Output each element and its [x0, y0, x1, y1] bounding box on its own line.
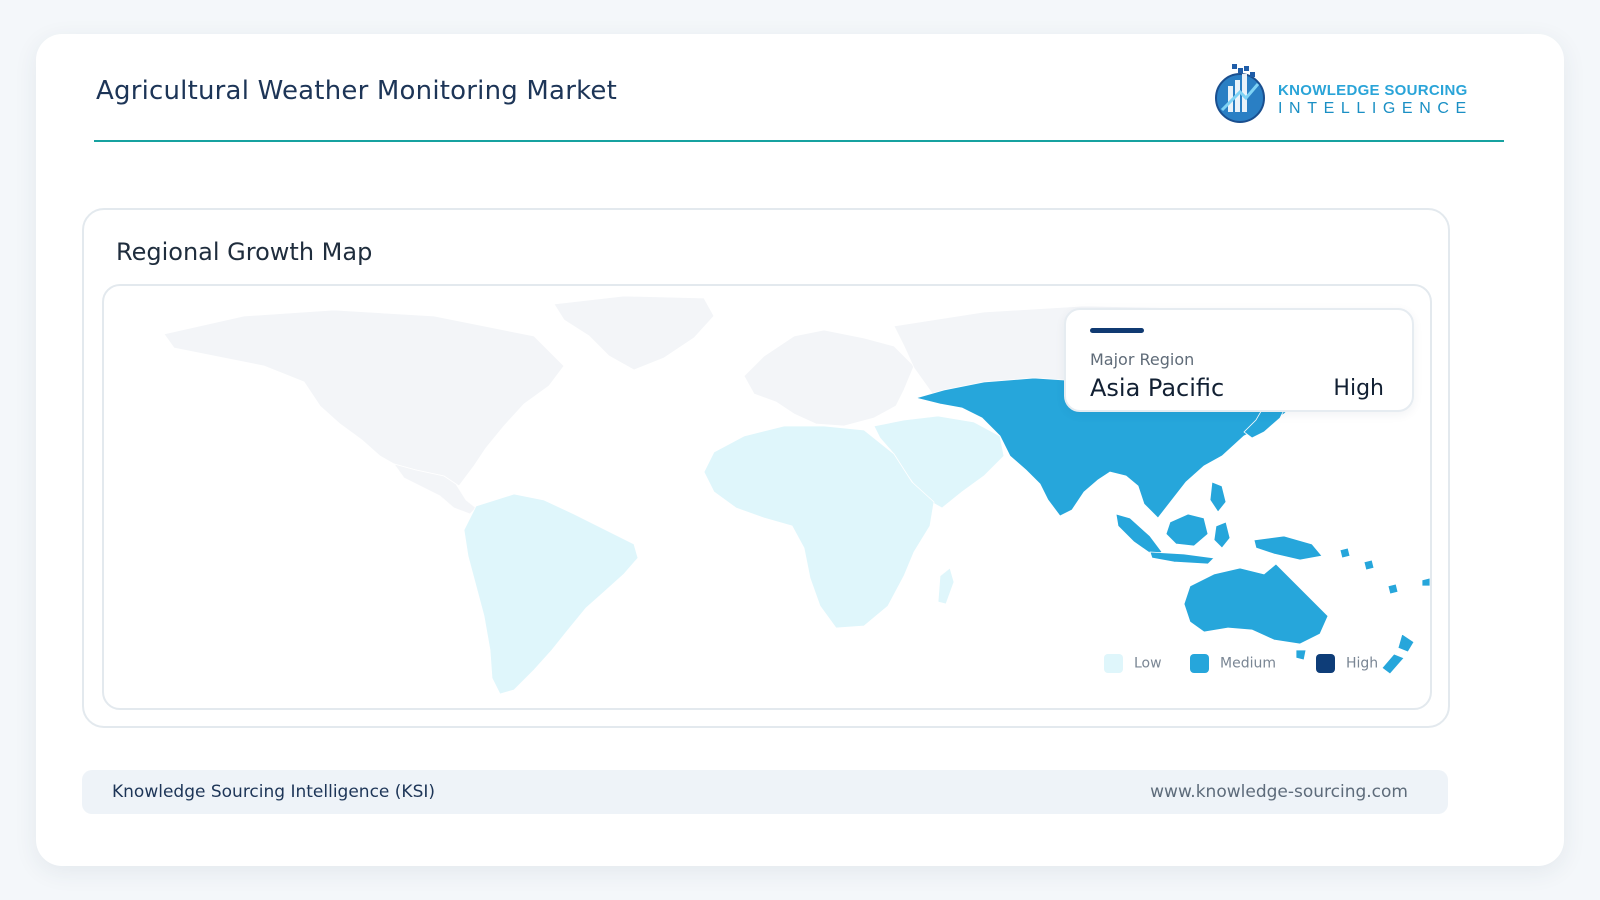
legend-label-low: Low	[1134, 655, 1162, 672]
panel-title: Regional Growth Map	[116, 238, 373, 266]
region-java[interactable]	[1149, 551, 1215, 565]
region-new-zealand[interactable]	[1381, 633, 1415, 675]
region-sulawesi[interactable]	[1213, 521, 1231, 549]
footer-company: Knowledge Sourcing Intelligence (KSI)	[112, 782, 436, 802]
legend-swatch-medium	[1190, 654, 1209, 673]
logo-name-line1: KNOWLEDGE SOURCING	[1278, 82, 1468, 99]
region-sumatra[interactable]	[1115, 513, 1163, 557]
page-title: Agricultural Weather Monitoring Market	[96, 76, 617, 106]
report-card: Agricultural Weather Monitoring Market K…	[36, 34, 1564, 866]
legend-swatch-low	[1104, 654, 1123, 673]
logo-name-line2: INTELLIGENCE	[1278, 100, 1473, 117]
legend-item-low: Low	[1104, 654, 1162, 674]
header-divider	[94, 140, 1504, 142]
region-borneo[interactable]	[1165, 513, 1209, 547]
legend-label-high: High	[1346, 655, 1379, 672]
region-south-america[interactable]	[463, 493, 639, 695]
region-australia[interactable]	[1183, 563, 1329, 645]
legend-item-high: High	[1316, 654, 1378, 674]
info-region-level: High	[1333, 376, 1384, 401]
region-north-america[interactable]	[163, 309, 565, 487]
legend-label-medium: Medium	[1220, 655, 1276, 672]
region-info-card: Major Region Asia Pacific High	[1064, 308, 1414, 412]
footer-bar: Knowledge Sourcing Intelligence (KSI) ww…	[82, 770, 1448, 814]
info-region-name: Asia Pacific	[1090, 374, 1225, 402]
info-label: Major Region	[1090, 350, 1195, 369]
legend-swatch-high	[1316, 654, 1335, 673]
region-greenland[interactable]	[553, 295, 715, 371]
ksi-logo: KNOWLEDGE SOURCING INTELLIGENCE	[1210, 58, 1470, 128]
map-panel: Regional Growth Map Major Region Asia Pa…	[82, 208, 1450, 728]
ksi-logo-mark-icon	[1215, 64, 1265, 123]
info-accent-bar	[1090, 328, 1144, 333]
legend-item-medium: Medium	[1190, 654, 1276, 674]
region-new-guinea[interactable]	[1253, 535, 1323, 561]
region-madagascar[interactable]	[937, 567, 955, 605]
region-pacific-islands[interactable]	[1339, 547, 1430, 595]
region-tasmania[interactable]	[1295, 649, 1307, 661]
map-frame: Major Region Asia Pacific High Low Mediu…	[102, 284, 1432, 710]
region-philippines[interactable]	[1209, 481, 1227, 513]
region-europe[interactable]	[743, 329, 915, 427]
footer-website-link[interactable]: www.knowledge-sourcing.com	[1150, 782, 1408, 802]
